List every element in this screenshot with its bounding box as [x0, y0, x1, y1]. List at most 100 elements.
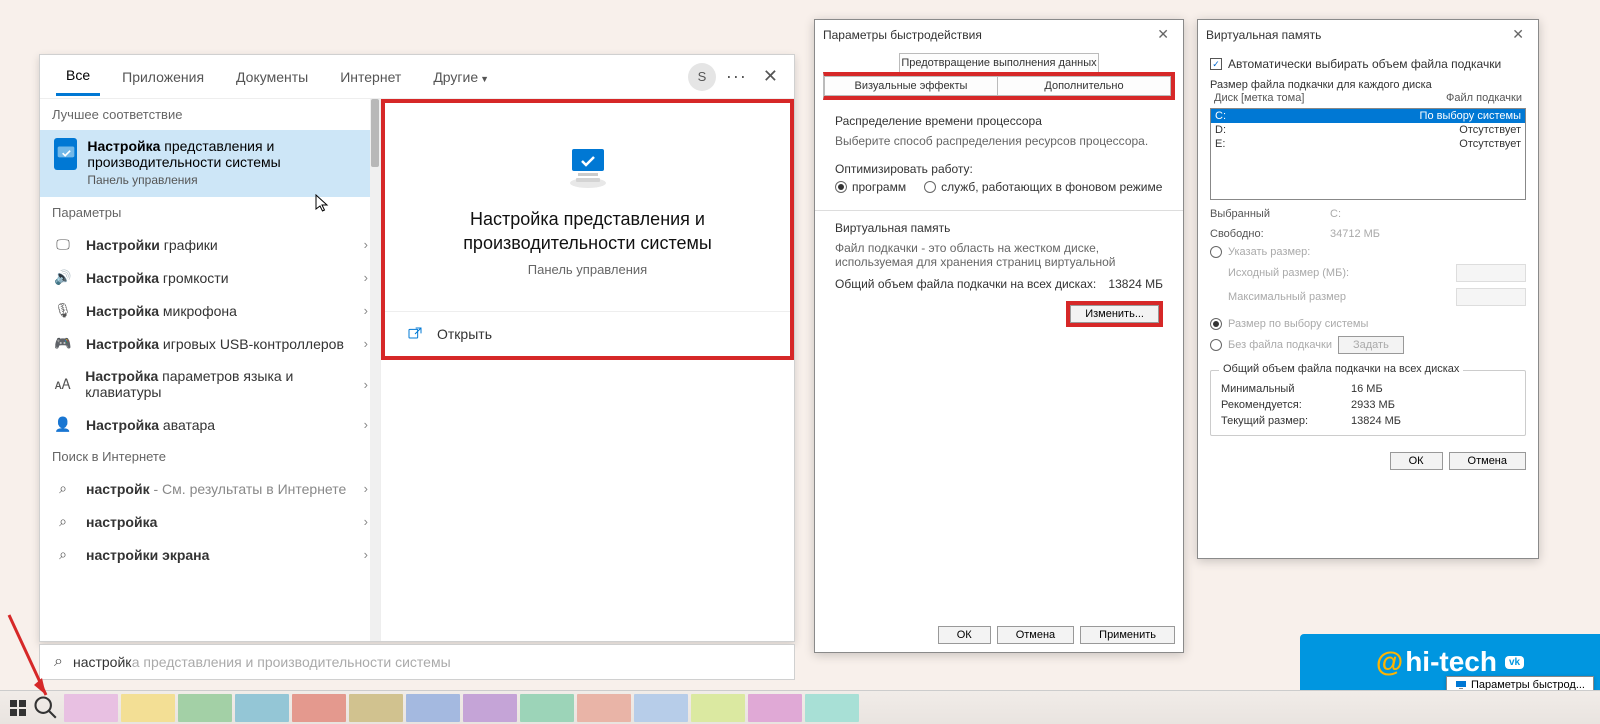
controller-icon: 🎮 [52, 335, 74, 352]
change-button[interactable]: Изменить... [1070, 305, 1159, 323]
drive-row[interactable]: D:Отсутствует [1211, 123, 1525, 137]
ok-button[interactable]: ОК [1390, 452, 1443, 470]
user-avatar[interactable]: S [688, 63, 716, 91]
taskbar-app[interactable] [64, 694, 118, 722]
taskbar-app[interactable] [235, 694, 289, 722]
preview-subtitle: Панель управления [385, 262, 790, 277]
web-item[interactable]: ⌕настройк - См. результаты в Интернете› [40, 472, 380, 505]
taskbar-app[interactable] [406, 694, 460, 722]
ok-button[interactable]: ОК [938, 626, 991, 644]
free-label: Свободно: [1210, 228, 1330, 240]
close-icon[interactable]: ✕ [1506, 25, 1530, 44]
col-pagefile: Файл подкачки [1446, 92, 1522, 104]
close-icon[interactable]: ✕ [757, 62, 784, 91]
tab-dep[interactable]: Предотвращение выполнения данных [899, 53, 1099, 72]
best-match-title-bold: Настройка [87, 138, 160, 154]
chevron-right-icon: › [364, 270, 368, 285]
cpu-description: Выберите способ распределения ресурсов п… [835, 134, 1163, 148]
tab-documents[interactable]: Документы [226, 59, 318, 95]
vm-heading: Виртуальная память [835, 221, 1163, 235]
radio-icon [835, 181, 847, 193]
taskbar-app[interactable] [292, 694, 346, 722]
search-tabs: Все Приложения Документы Интернет Другие… [40, 55, 794, 99]
chevron-right-icon: › [364, 303, 368, 318]
taskbar-apps [64, 694, 859, 722]
optimize-label: Оптимизировать работу: [835, 162, 1163, 176]
language-icon: 🗚 [52, 376, 73, 393]
web-item[interactable]: ⌕настройки экрана› [40, 538, 380, 571]
param-item-mic[interactable]: 🎙Настройка микрофона› [40, 294, 380, 327]
open-action[interactable]: Открыть [385, 311, 790, 356]
section-best-match: Лучшее соответствие [40, 99, 380, 130]
taskbar-app[interactable] [748, 694, 802, 722]
cpu-heading: Распределение времени процессора [835, 114, 1163, 128]
tab-visual-effects[interactable]: Визуальные эффекты [824, 76, 998, 96]
tab-advanced[interactable]: Дополнительно [998, 76, 1171, 96]
tab-internet[interactable]: Интернет [330, 59, 411, 95]
taskbar-app[interactable] [691, 694, 745, 722]
param-item-graphics[interactable]: 🖵Настройки графики› [40, 228, 380, 261]
drive-row[interactable]: C:По выбору системы [1211, 109, 1525, 123]
col-drive: Диск [метка тома] [1214, 92, 1446, 104]
dialog-title-bar[interactable]: Параметры быстродействия ✕ [815, 20, 1183, 49]
vm-description: Файл подкачки - это область на жестком д… [835, 241, 1163, 269]
taskbar-app[interactable] [463, 694, 517, 722]
free-value: 34712 МБ [1330, 228, 1380, 240]
close-icon[interactable]: ✕ [1151, 25, 1175, 44]
drive-list[interactable]: C:По выбору системы D:Отсутствует E:Отсу… [1210, 108, 1526, 200]
tab-apps[interactable]: Приложения [112, 59, 214, 95]
radio-system-managed: Размер по выбору системы [1210, 318, 1526, 330]
auto-manage-checkbox[interactable]: ✓ Автоматически выбирать объем файла под… [1210, 57, 1526, 71]
initial-size-row: Исходный размер (МБ): [1210, 264, 1526, 282]
tab-all[interactable]: Все [56, 57, 100, 96]
apply-button[interactable]: Применить [1080, 626, 1175, 644]
checkbox-icon: ✓ [1210, 58, 1222, 70]
search-icon: ⌕ [54, 653, 63, 671]
param-item-usb[interactable]: 🎮Настройка игровых USB-контроллеров› [40, 327, 380, 360]
each-drive-label: Размер файла подкачки для каждого диска [1210, 79, 1526, 91]
taskbar-app[interactable] [805, 694, 859, 722]
cancel-button[interactable]: Отмена [1449, 452, 1526, 470]
scrollbar-thumb[interactable] [371, 99, 379, 167]
taskbar-app[interactable] [520, 694, 574, 722]
dialog-title: Параметры быстродействия [823, 28, 982, 42]
taskbar-app[interactable] [349, 694, 403, 722]
min-label: Минимальный [1221, 383, 1351, 395]
maximum-size-row: Максимальный размер [1210, 288, 1526, 306]
section-web: Поиск в Интернете [40, 441, 380, 472]
best-match-subtitle: Панель управления [87, 173, 368, 187]
search-flyout: Все Приложения Документы Интернет Другие… [39, 54, 795, 642]
preview-icon [385, 145, 790, 195]
chevron-right-icon: › [364, 237, 368, 252]
param-item-volume[interactable]: 🔊Настройка громкости› [40, 261, 380, 294]
chevron-right-icon: › [364, 547, 368, 562]
taskbar-app[interactable] [178, 694, 232, 722]
drive-row[interactable]: E:Отсутствует [1211, 137, 1525, 151]
cur-value: 13824 МБ [1351, 415, 1401, 427]
rec-label: Рекомендуется: [1221, 399, 1351, 411]
web-item[interactable]: ⌕настройка› [40, 505, 380, 538]
preview-title: Настройка представления и производительн… [385, 207, 790, 256]
taskbar-app[interactable] [121, 694, 175, 722]
monitor-icon: 🖵 [52, 236, 74, 253]
dialog-title-bar[interactable]: Виртуальная память ✕ [1198, 20, 1538, 49]
best-match-item[interactable]: Настройка представления и производительн… [40, 130, 380, 197]
chevron-right-icon: › [364, 336, 368, 351]
more-icon[interactable]: ··· [726, 66, 747, 87]
volume-icon: 🔊 [52, 269, 74, 286]
cancel-button[interactable]: Отмена [997, 626, 1074, 644]
radio-programs[interactable]: программ [835, 180, 906, 194]
search-icon: ⌕ [52, 546, 74, 563]
taskbar-app[interactable] [577, 694, 631, 722]
taskbar-app[interactable] [634, 694, 688, 722]
tab-more[interactable]: Другие▼ [423, 59, 499, 95]
scrollbar[interactable] [370, 99, 380, 641]
radio-services[interactable]: служб, работающих в фоновом режиме [924, 180, 1162, 194]
param-item-avatar[interactable]: 👤Настройка аватара› [40, 408, 380, 441]
group-title: Общий объем файла подкачки на всех диска… [1219, 363, 1463, 375]
search-input[interactable]: ⌕ настройка представления и производител… [39, 644, 795, 680]
vm-total-value: 13824 МБ [1108, 277, 1163, 291]
param-item-language[interactable]: 🗚Настройка параметров языка и клавиатуры… [40, 360, 380, 408]
radio-no-pagefile: Без файла подкачкиЗадать [1210, 336, 1526, 354]
chevron-down-icon: ▼ [480, 74, 489, 84]
